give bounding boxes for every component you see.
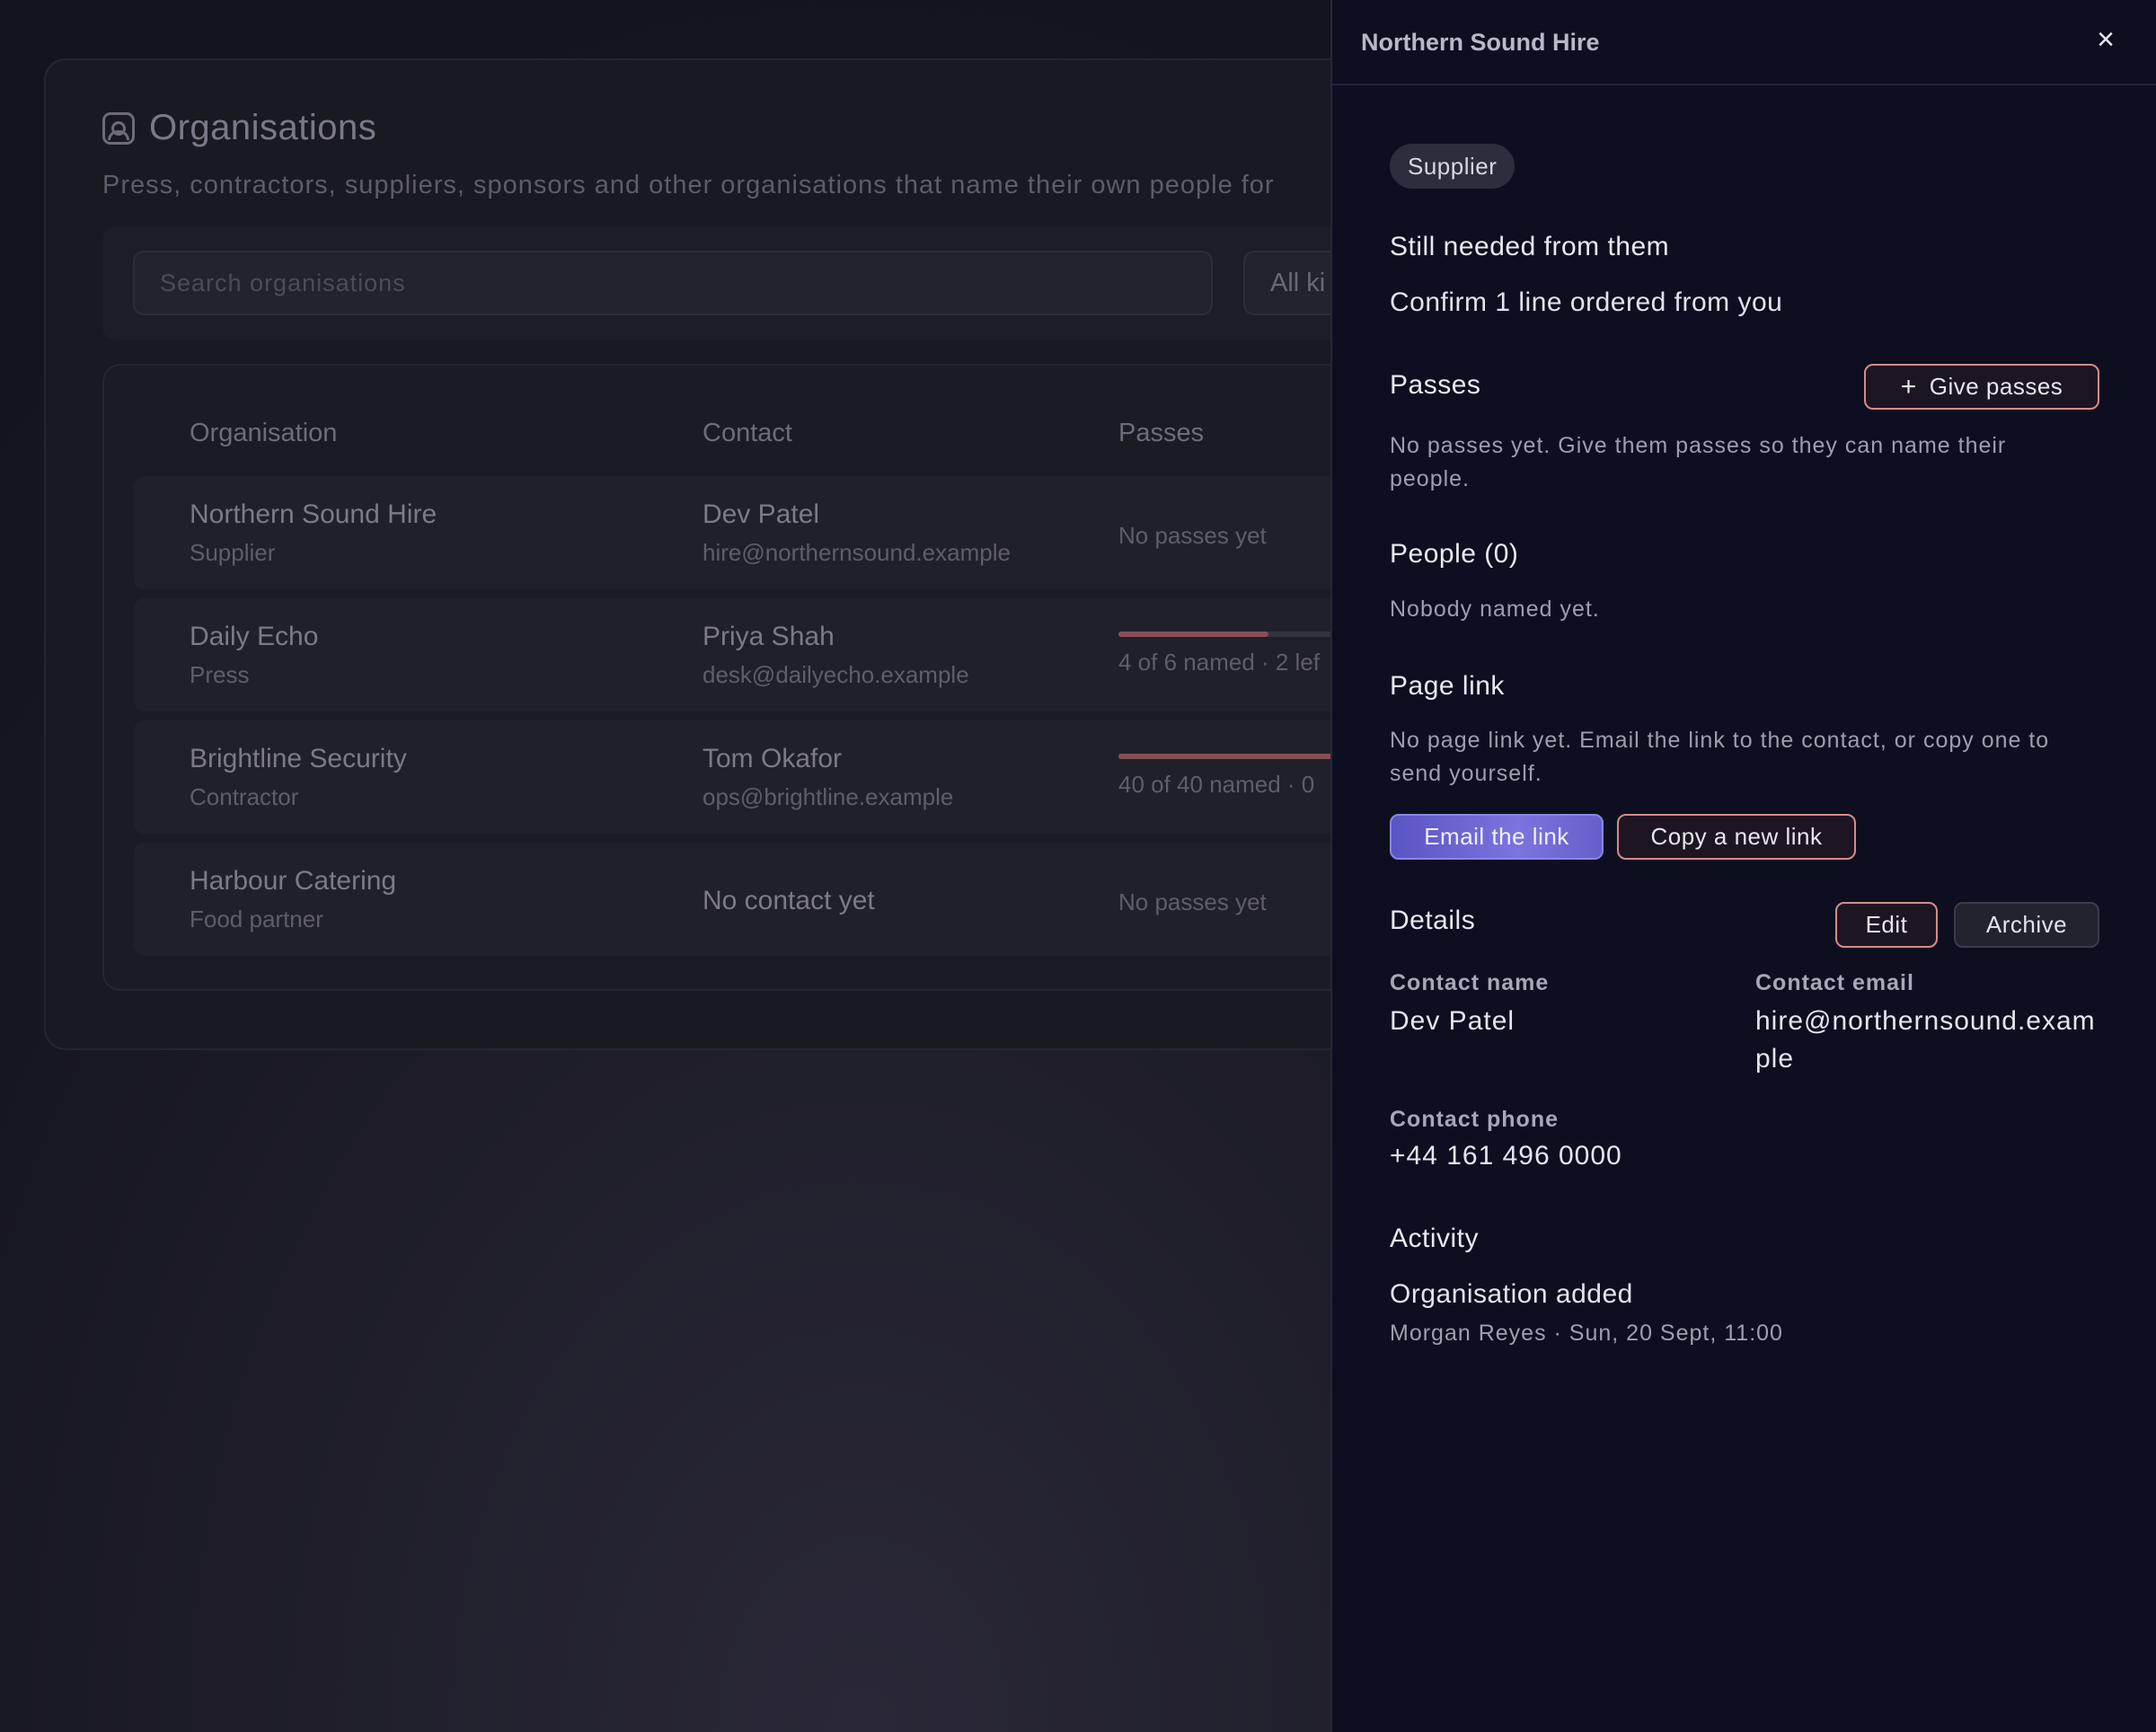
contact-phone-label: Contact phone <box>1390 1107 1559 1132</box>
column-header-contact: Contact <box>702 419 792 447</box>
search-input[interactable]: Search organisations <box>133 251 1213 315</box>
contact-phone-value: +44 161 496 0000 <box>1390 1141 1622 1171</box>
contact-name: Tom Okafor <box>702 744 843 773</box>
passes-progress-fill <box>1118 632 1268 637</box>
page-subtitle: Press, contractors, suppliers, sponsors … <box>102 171 1275 199</box>
passes-status: 40 of 40 named · 0 <box>1118 771 1315 798</box>
column-header-passes: Passes <box>1118 419 1205 447</box>
passes-status: 4 of 6 named · 2 lef <box>1118 649 1321 676</box>
organisation-name: Daily Echo <box>190 622 319 651</box>
page-link-heading: Page link <box>1390 671 1505 701</box>
passes-progress-bar <box>1118 632 1343 637</box>
give-passes-button[interactable]: + Give passes <box>1864 364 2099 410</box>
close-icon[interactable]: × <box>2088 22 2124 57</box>
contact-name: No contact yet <box>702 886 875 915</box>
contact-name-value: Dev Patel <box>1390 1006 1515 1036</box>
organisation-drawer: Northern Sound Hire × Supplier Still nee… <box>1330 0 2156 1732</box>
edit-button[interactable]: Edit <box>1835 902 1938 948</box>
copy-link-button[interactable]: Copy a new link <box>1617 814 1856 860</box>
organisation-kind: Contractor <box>190 783 299 810</box>
activity-heading: Activity <box>1390 1224 1480 1253</box>
contact-email: ops@brightline.example <box>702 783 954 810</box>
people-heading: People (0) <box>1390 539 1519 569</box>
organisation-kind: Food partner <box>190 906 323 932</box>
user-badge-icon <box>102 111 135 145</box>
drawer-header: Northern Sound Hire × <box>1332 0 2156 85</box>
page-title: Organisations <box>149 108 377 147</box>
kind-badge: Supplier <box>1390 144 1515 189</box>
details-heading: Details <box>1390 906 1476 935</box>
page-link-description: No page link yet. Email the link to the … <box>1390 728 2050 786</box>
activity-meta: Morgan Reyes · Sun, 20 Sept, 11:00 <box>1390 1321 1783 1346</box>
activity-title: Organisation added <box>1390 1279 1633 1309</box>
passes-status: No passes yet <box>1118 522 1267 549</box>
still-needed-heading: Still needed from them <box>1390 232 1670 261</box>
give-passes-label: Give passes <box>1929 373 2063 400</box>
contact-name: Dev Patel <box>702 499 820 529</box>
people-description: Nobody named yet. <box>1390 596 1600 622</box>
passes-progress-fill <box>1118 754 1343 759</box>
passes-heading: Passes <box>1390 370 1481 400</box>
organisation-name: Brightline Security <box>190 744 407 773</box>
email-link-button[interactable]: Email the link <box>1390 814 1604 860</box>
contact-email: desk@dailyecho.example <box>702 661 969 688</box>
contact-email-value: hire@northernsound.example <box>1755 1006 2096 1074</box>
organisation-name: Northern Sound Hire <box>190 499 437 529</box>
plus-icon: + <box>1900 372 1917 402</box>
contact-email: hire@northernsound.example <box>702 539 1011 566</box>
contact-email-label: Contact email <box>1755 970 1914 995</box>
passes-progress-bar <box>1118 754 1343 759</box>
passes-description: No passes yet. Give them passes so they … <box>1390 433 2007 491</box>
still-needed-item: Confirm 1 line ordered from you <box>1390 287 1783 317</box>
organisation-kind: Supplier <box>190 539 276 566</box>
column-header-organisation: Organisation <box>190 419 338 447</box>
archive-button[interactable]: Archive <box>1954 902 2099 948</box>
contact-name: Priya Shah <box>702 622 835 651</box>
organisation-name: Harbour Catering <box>190 866 397 896</box>
drawer-title: Northern Sound Hire <box>1361 29 1600 56</box>
organisation-kind: Press <box>190 661 250 688</box>
page: Organisations Press, contractors, suppli… <box>0 0 2156 1732</box>
contact-name-label: Contact name <box>1390 970 1550 995</box>
page-title-row: Organisations <box>102 108 376 148</box>
passes-status: No passes yet <box>1118 888 1267 915</box>
